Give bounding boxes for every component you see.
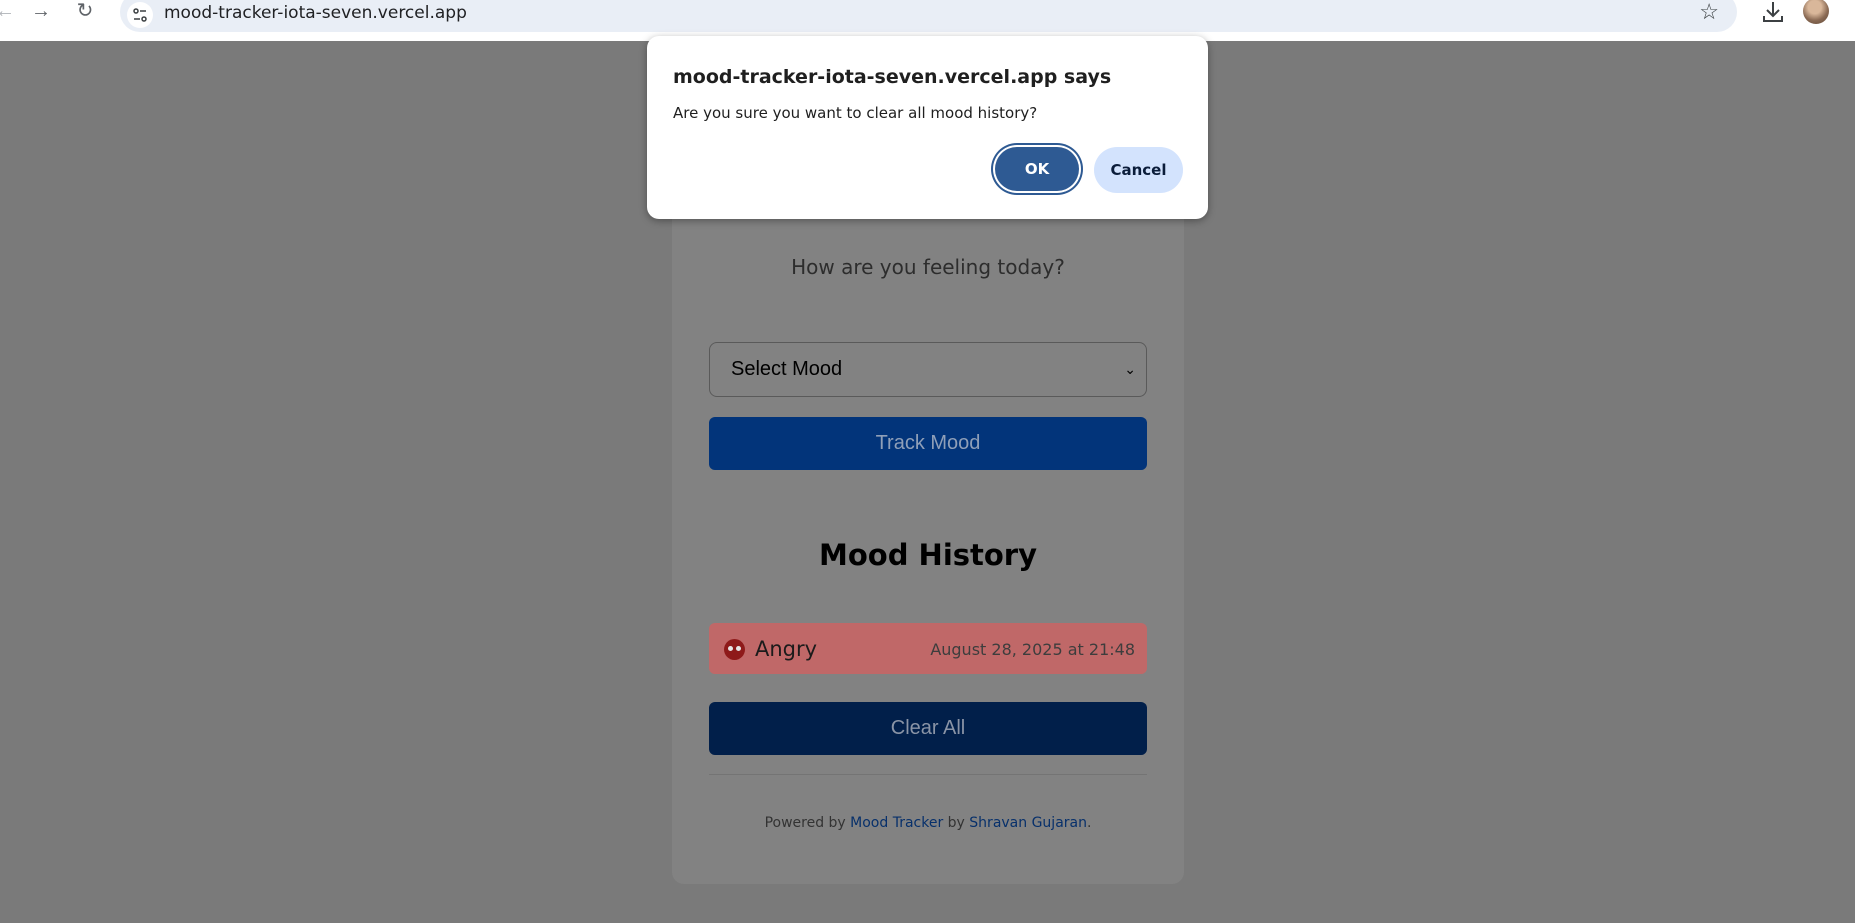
track-mood-button[interactable]: Track Mood: [709, 417, 1147, 470]
dialog-title: mood-tracker-iota-seven.vercel.app says: [673, 66, 1112, 88]
clear-all-button[interactable]: Clear All: [709, 702, 1147, 755]
cancel-button[interactable]: Cancel: [1094, 147, 1183, 193]
footer-app-link[interactable]: Mood Tracker: [850, 815, 943, 831]
profile-avatar[interactable]: [1803, 0, 1829, 24]
confirm-dialog: mood-tracker-iota-seven.vercel.app says …: [647, 36, 1208, 219]
divider: [709, 774, 1147, 775]
history-entry-time: August 28, 2025 at 21:48: [930, 640, 1135, 659]
arrow-left-icon[interactable]: ←: [0, 0, 20, 24]
history-entry: Angry August 28, 2025 at 21:48: [709, 623, 1147, 674]
mood-select[interactable]: Select Mood ⌄: [709, 342, 1147, 397]
history-title: Mood History: [818, 538, 1038, 572]
footer-suffix: .: [1086, 815, 1092, 831]
footer-prefix: Powered by: [764, 815, 851, 831]
mood-prompt: How are you feeling today?: [791, 255, 1065, 279]
ok-button[interactable]: OK: [995, 147, 1079, 191]
address-bar[interactable]: mood-tracker-iota-seven.vercel.app ☆: [120, 0, 1737, 32]
url-text[interactable]: mood-tracker-iota-seven.vercel.app: [164, 2, 467, 24]
star-icon[interactable]: ☆: [1699, 0, 1719, 24]
chevron-down-icon: ⌄: [1124, 361, 1136, 377]
site-info-icon[interactable]: [127, 2, 153, 28]
dialog-message: Are you sure you want to clear all mood …: [673, 104, 1038, 122]
footer-middle: by: [943, 815, 970, 831]
download-icon[interactable]: [1760, 0, 1786, 26]
arrow-right-icon[interactable]: →: [26, 0, 56, 24]
footer: Powered by Mood Tracker by Shravan Gujar…: [672, 815, 1184, 831]
reload-icon[interactable]: ↻: [70, 0, 100, 24]
angry-face-icon: [724, 639, 745, 660]
browser-toolbar: ← → ↻ mood-tracker-iota-seven.vercel.app…: [0, 0, 1855, 41]
footer-author-link[interactable]: Shravan Gujaran: [969, 815, 1087, 831]
mood-select-value: Select Mood: [731, 358, 843, 380]
history-entry-mood: Angry: [755, 637, 818, 661]
